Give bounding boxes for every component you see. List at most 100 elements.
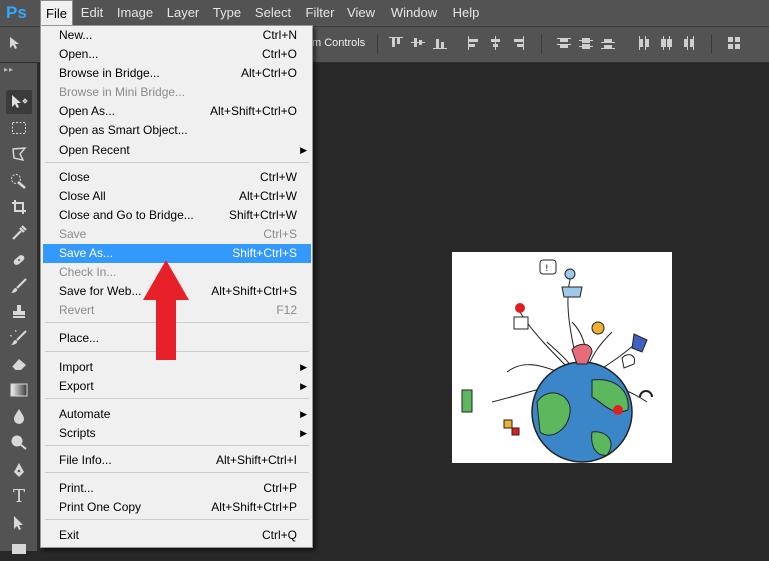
menu-item-import[interactable]: Import ▶: [43, 358, 311, 377]
menu-item-label: Export: [59, 379, 94, 393]
clone-stamp-tool-icon[interactable]: [6, 300, 32, 324]
menu-item-open-as-smart-object[interactable]: Open as Smart Object...: [43, 121, 311, 140]
shortcut-label: Alt+Shift+Ctrl+O: [209, 104, 297, 118]
distribute-vertical-centers-icon[interactable]: [579, 36, 593, 50]
menu-item-label: Open...: [59, 47, 99, 61]
menu-item-label: Save As...: [59, 246, 114, 260]
menu-item-label: Browse in Bridge...: [59, 66, 160, 80]
tools-panel: ▸▸ T: [0, 63, 38, 554]
menu-item-close-all[interactable]: Close All Alt+Ctrl+W: [43, 187, 311, 206]
eraser-tool-icon[interactable]: [6, 352, 32, 376]
menu-item-open-recent[interactable]: Open Recent ▶: [43, 141, 311, 160]
panel-grip-icon[interactable]: ▸▸: [4, 65, 32, 74]
menu-item-label: Open Recent: [59, 143, 130, 157]
menu-item-label: Place...: [59, 331, 100, 345]
menu-item-label: Revert: [59, 303, 95, 317]
history-brush-tool-icon[interactable]: [6, 326, 32, 350]
menu-layer[interactable]: Layer: [163, 0, 203, 26]
rectangle-tool-icon[interactable]: [6, 537, 32, 561]
menu-item-label: Exit: [59, 528, 80, 542]
auto-align-layers-icon[interactable]: [727, 36, 741, 50]
submenu-arrow-icon: ▶: [300, 362, 307, 372]
distribute-bottom-edges-icon[interactable]: [601, 36, 615, 50]
menu-item-label: Import: [59, 360, 94, 374]
menu-item-label: File Info...: [59, 453, 112, 467]
move-tool-preset-icon[interactable]: [2, 31, 28, 55]
menu-item-new[interactable]: New... Ctrl+N: [43, 26, 311, 45]
menu-item-print[interactable]: Print... Ctrl+P: [43, 479, 311, 498]
menu-select[interactable]: Select: [252, 0, 294, 26]
menu-item-open[interactable]: Open... Ctrl+O: [43, 45, 311, 64]
menu-item-label: Automate: [59, 407, 111, 421]
submenu-arrow-icon: ▶: [300, 145, 307, 155]
shortcut-label: Alt+Ctrl+O: [240, 66, 297, 80]
menu-edit[interactable]: Edit: [76, 0, 108, 26]
menu-item-label: Scripts: [59, 426, 96, 440]
menu-item-scripts[interactable]: Scripts ▶: [43, 424, 311, 443]
dodge-tool-icon[interactable]: [6, 430, 32, 454]
menu-item-file-info[interactable]: File Info... Alt+Shift+Ctrl+I: [43, 451, 311, 470]
shortcut-label: Alt+Shift+Ctrl+S: [211, 284, 297, 298]
align-right-edges-icon[interactable]: [511, 36, 525, 50]
lasso-tool-icon[interactable]: [6, 142, 32, 166]
path-selection-tool-icon[interactable]: [6, 511, 32, 535]
menu-item-label: Check In...: [59, 265, 117, 279]
menu-item-close-and-go-to-bridge[interactable]: Close and Go to Bridge... Shift+Ctrl+W: [43, 206, 311, 225]
menu-item-export[interactable]: Export ▶: [43, 377, 311, 396]
distribute-right-edges-icon[interactable]: [681, 36, 695, 50]
menu-item-browse-in-bridge[interactable]: Browse in Bridge... Alt+Ctrl+O: [43, 64, 311, 83]
eyedropper-tool-icon[interactable]: [6, 221, 32, 245]
shortcut-label: Ctrl+W: [260, 170, 297, 184]
blur-tool-icon[interactable]: [6, 404, 32, 428]
menu-item-label: New...: [59, 28, 93, 42]
menu-separator: [45, 445, 309, 446]
menu-image[interactable]: Image: [113, 0, 157, 26]
menu-filter[interactable]: Filter: [301, 0, 339, 26]
submenu-arrow-icon: ▶: [300, 428, 307, 438]
menu-item-print-one-copy[interactable]: Print One Copy Alt+Shift+Ctrl+P: [43, 498, 311, 517]
distribute-top-edges-icon[interactable]: [557, 36, 571, 50]
type-tool-icon[interactable]: T: [6, 484, 32, 508]
menu-help[interactable]: Help: [448, 0, 484, 26]
menu-item-browse-in-mini-bridge: Browse in Mini Bridge...: [43, 83, 311, 102]
align-bottom-edges-icon[interactable]: [433, 36, 447, 50]
menu-file[interactable]: File: [40, 0, 73, 26]
distribute-left-edges-icon[interactable]: [637, 36, 651, 50]
divider: [541, 34, 542, 54]
gradient-tool-icon[interactable]: [6, 378, 32, 402]
quick-selection-tool-icon[interactable]: [6, 169, 32, 193]
shortcut-label: Ctrl+N: [262, 28, 297, 42]
menu-item-label: Open As...: [59, 104, 116, 118]
align-left-edges-icon[interactable]: [467, 36, 481, 50]
shortcut-label: Ctrl+O: [261, 47, 297, 61]
document-canvas[interactable]: !: [452, 252, 672, 463]
menu-separator: [45, 472, 309, 473]
shortcut-label: Shift+Ctrl+S: [232, 246, 297, 260]
menu-item-label: Save for Web...: [59, 284, 142, 298]
menu-item-label: Close All: [59, 189, 106, 203]
shortcut-label: Ctrl+P: [263, 481, 297, 495]
move-tool-icon[interactable]: [6, 90, 32, 114]
pen-tool-icon[interactable]: [6, 458, 32, 482]
menu-item-exit[interactable]: Exit Ctrl+Q: [43, 526, 311, 545]
menu-item-label: Close: [59, 170, 90, 184]
distribute-horizontal-centers-icon[interactable]: [659, 36, 673, 50]
crop-tool-icon[interactable]: [6, 195, 32, 219]
align-vertical-centers-icon[interactable]: [411, 36, 425, 50]
menu-item-open-as[interactable]: Open As... Alt+Shift+Ctrl+O: [43, 102, 311, 121]
red-up-arrow-icon: [143, 260, 189, 360]
menu-window[interactable]: Window: [386, 0, 442, 26]
menu-item-close[interactable]: Close Ctrl+W: [43, 168, 311, 187]
brush-tool-icon[interactable]: [6, 274, 32, 298]
spot-healing-brush-tool-icon[interactable]: [6, 248, 32, 272]
align-top-edges-icon[interactable]: [389, 36, 403, 50]
shortcut-label: Alt+Ctrl+W: [238, 189, 297, 203]
menu-type[interactable]: Type: [208, 0, 246, 26]
rectangular-marquee-tool-icon[interactable]: [6, 116, 32, 140]
shortcut-label: F12: [276, 303, 297, 317]
menu-item-automate[interactable]: Automate ▶: [43, 405, 311, 424]
menu-view[interactable]: View: [343, 0, 379, 26]
menu-separator: [45, 519, 309, 520]
shortcut-label: Shift+Ctrl+W: [228, 208, 297, 222]
align-horizontal-centers-icon[interactable]: [489, 36, 503, 50]
